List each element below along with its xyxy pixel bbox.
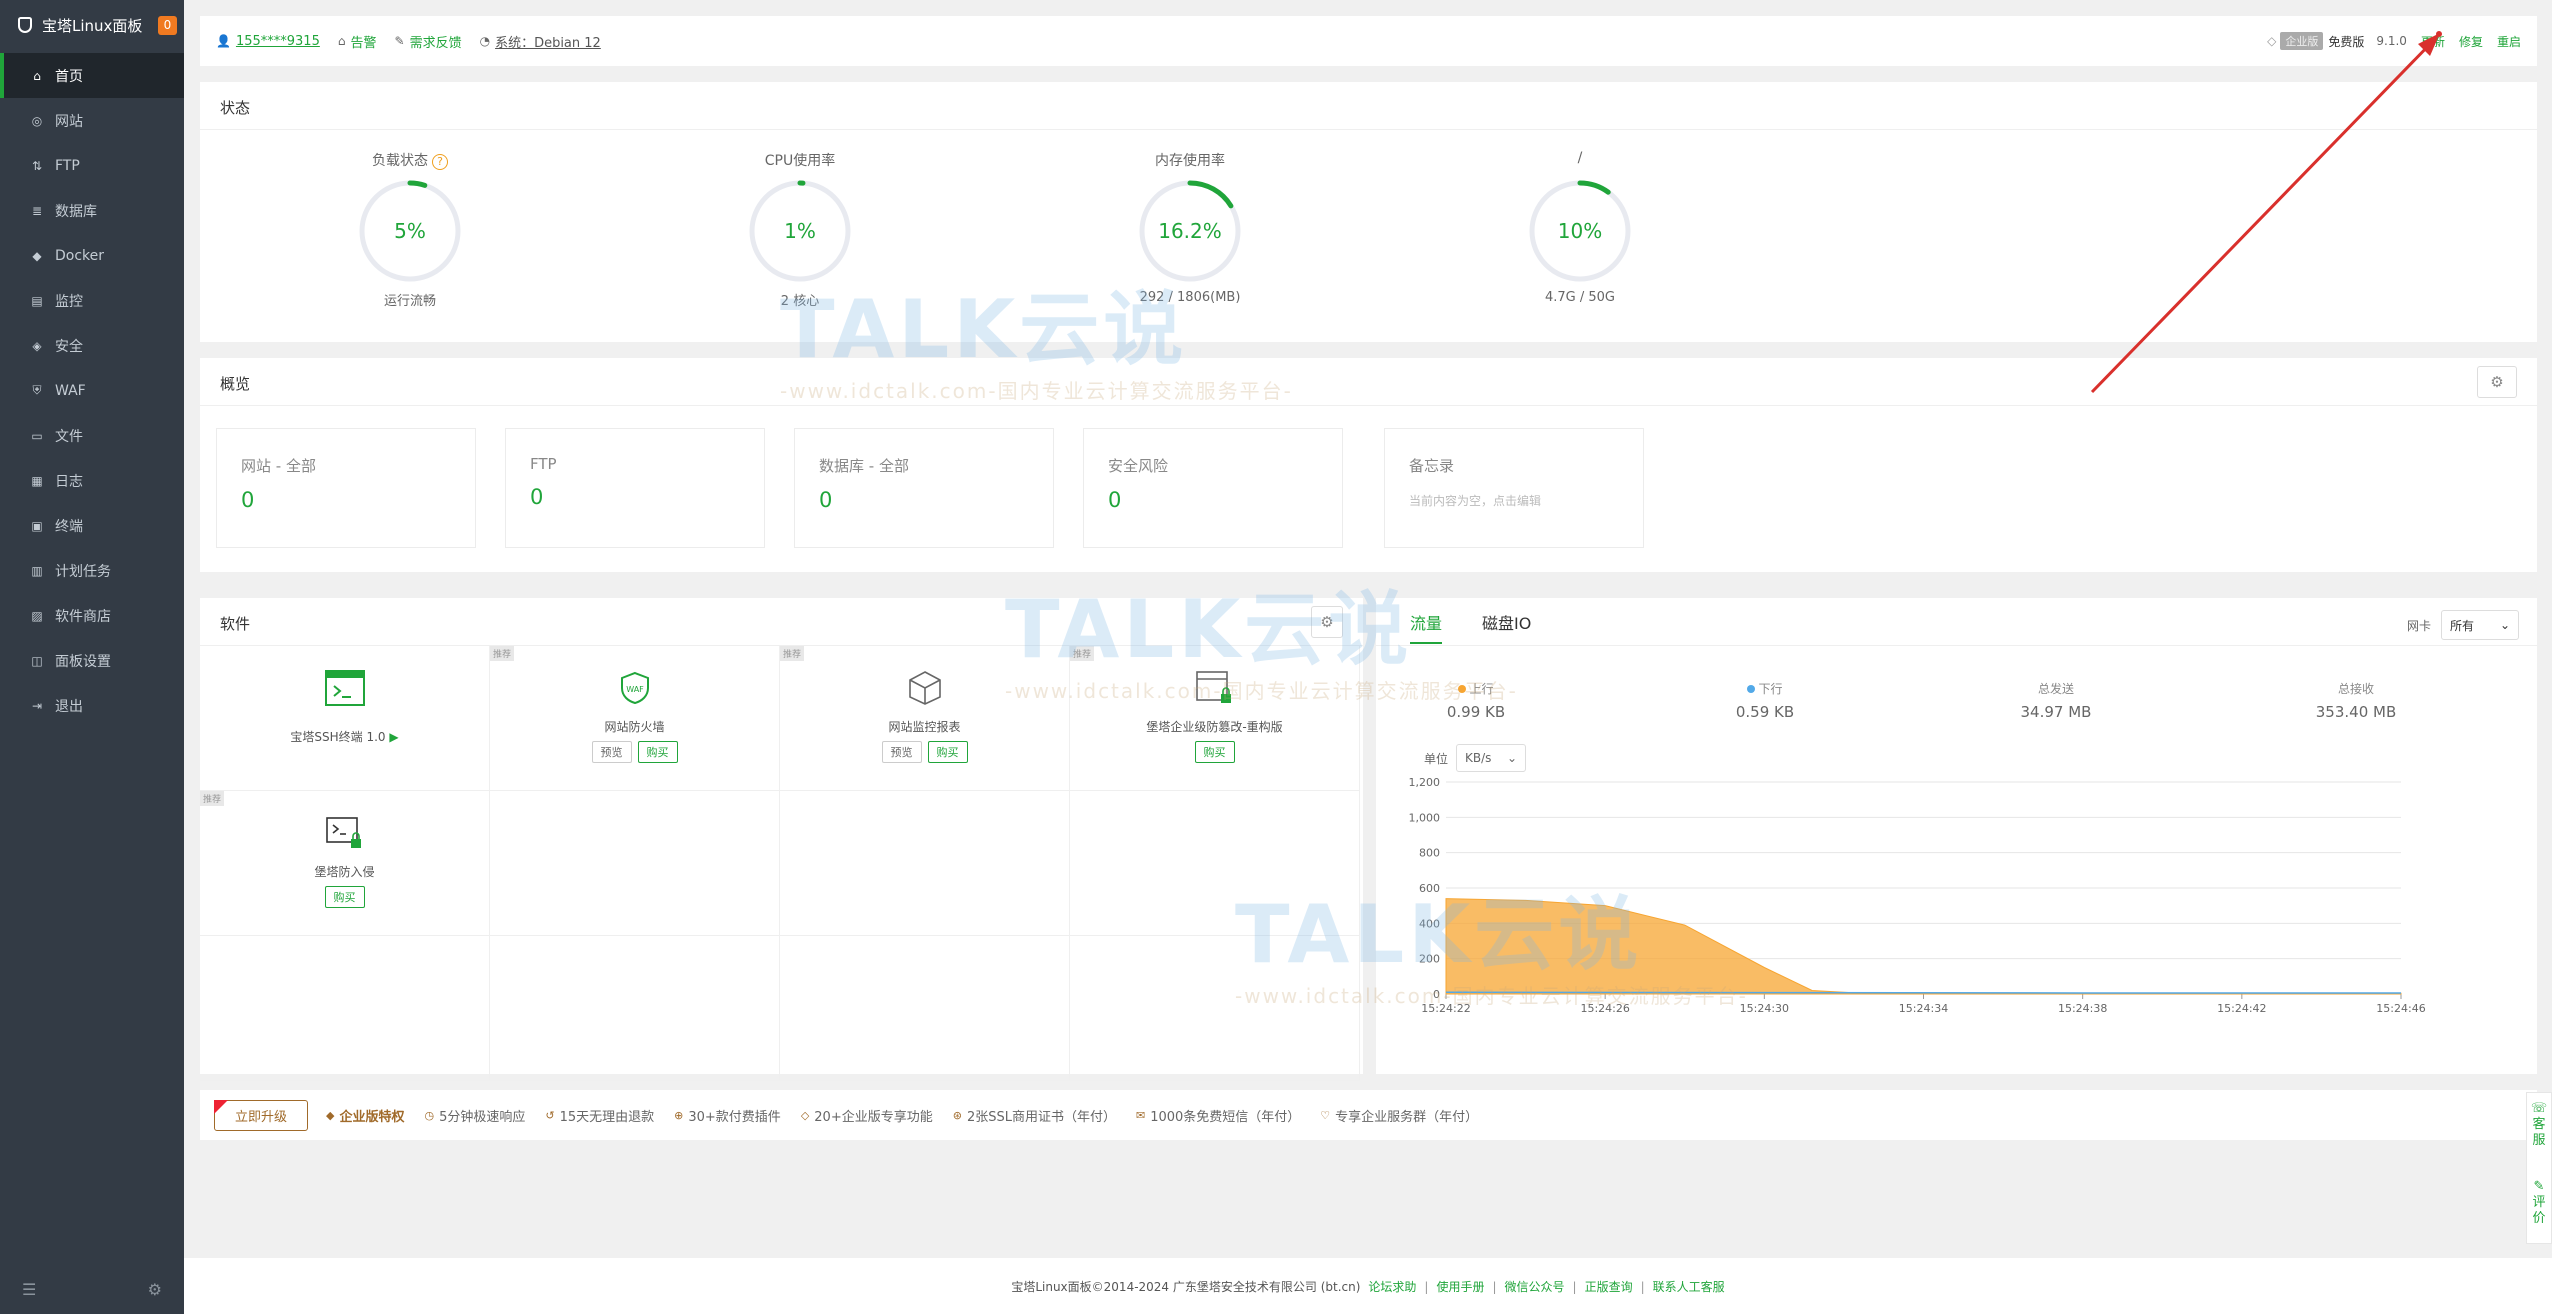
annotation-arrow — [2090, 31, 2442, 394]
